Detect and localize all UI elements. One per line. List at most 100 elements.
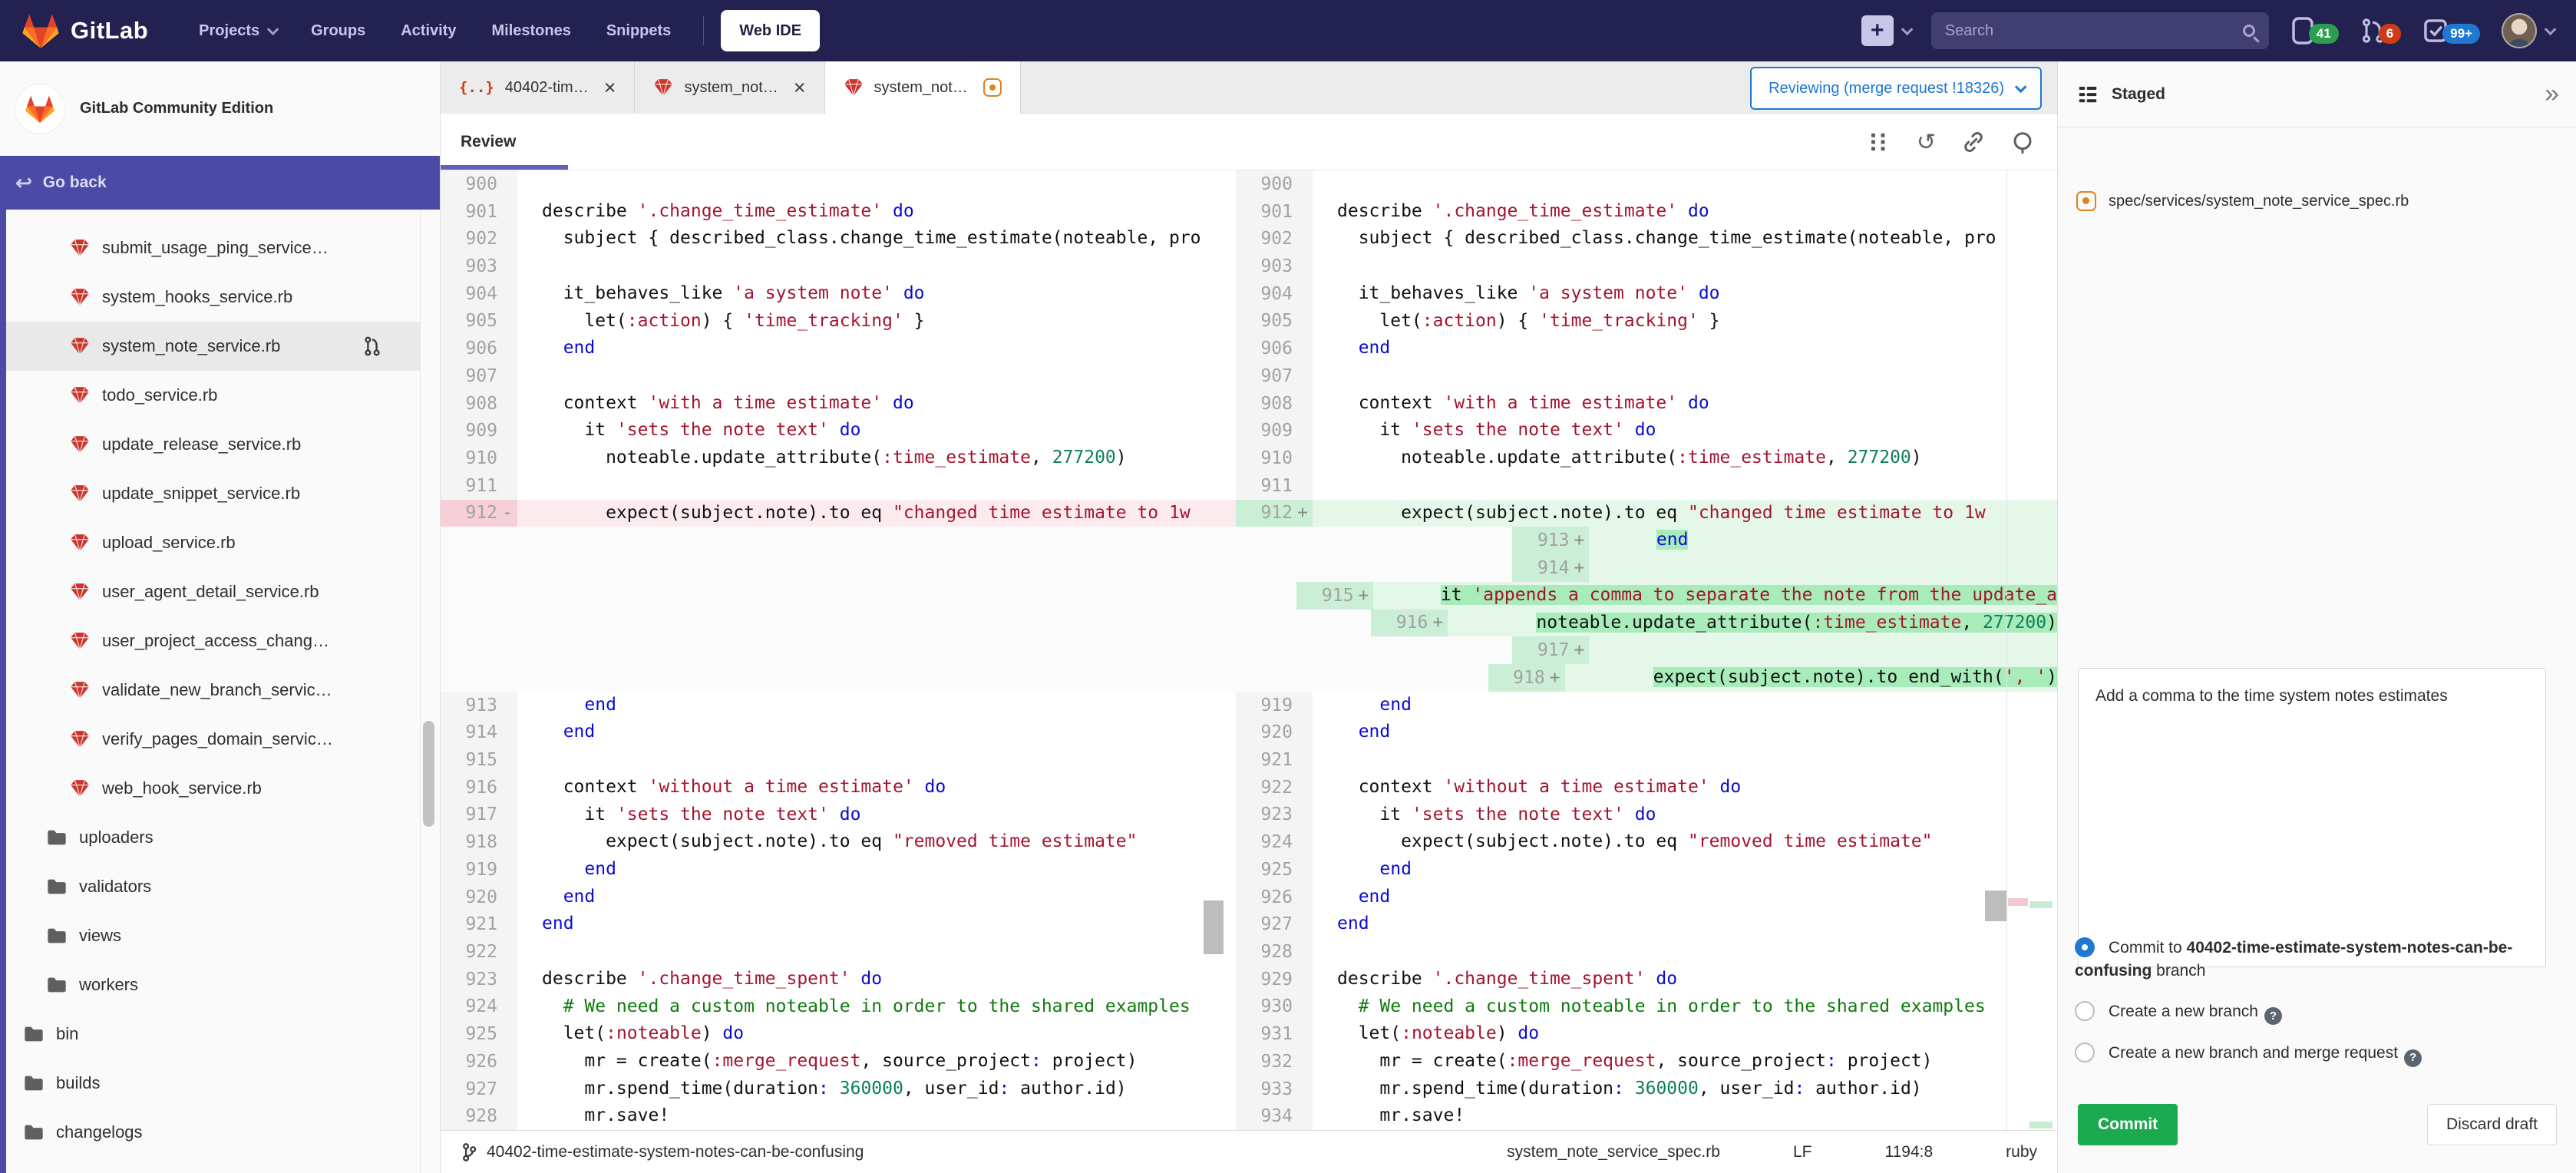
code-line[interactable]: end <box>517 719 1236 746</box>
link-icon[interactable] <box>1962 131 1985 154</box>
diff-settings-icon[interactable] <box>1868 131 1891 154</box>
code-line[interactable]: end <box>517 884 1236 911</box>
code-line[interactable]: noteable.update_attribute(:time_estimate… <box>1313 444 2057 472</box>
tree-item-workers[interactable]: workers <box>6 960 420 1009</box>
tree-item-verify_pages_domain_servic-[interactable]: verify_pages_domain_servic… <box>6 715 420 764</box>
tree-item-builds[interactable]: builds <box>6 1059 420 1108</box>
tree-item-user_project_access_chang-[interactable]: user_project_access_chang… <box>6 616 420 666</box>
tree-item-changelogs[interactable]: changelogs <box>6 1108 420 1157</box>
code-line[interactable]: end <box>1313 692 2057 719</box>
code-line[interactable]: context 'with a time estimate' do <box>517 390 1236 418</box>
search-box[interactable] <box>1931 12 2269 49</box>
code-line[interactable]: mr.spend_time(duration: 360000, user_id:… <box>517 1076 1236 1103</box>
editor-tab-0[interactable]: {..}40402-tim…× <box>441 61 635 114</box>
left-pane-scrollbar-thumb[interactable] <box>1204 900 1224 954</box>
code-line[interactable] <box>1313 362 2057 390</box>
code-line[interactable]: end <box>1589 527 2057 554</box>
code-line[interactable]: describe '.change_time_estimate' do <box>1313 198 2057 226</box>
web-ide-button[interactable]: Web IDE <box>721 10 820 51</box>
history-icon[interactable]: ↺ <box>1917 129 1936 156</box>
sidebar-scrollbar-thumb[interactable] <box>423 721 434 827</box>
nav-link-snippets[interactable]: Snippets <box>606 22 671 40</box>
user-menu[interactable] <box>2502 13 2553 48</box>
code-line[interactable] <box>1313 170 2057 198</box>
review-mode-dropdown[interactable]: Reviewing (merge request !18326) <box>1750 67 2042 110</box>
editor-tab-1[interactable]: system_not…× <box>635 61 824 114</box>
help-icon[interactable]: ? <box>2264 1007 2282 1025</box>
code-line[interactable]: expect(subject.note).to end_with(', ') <box>1565 664 2057 692</box>
code-line[interactable]: describe '.change_time_estimate' do <box>517 198 1236 226</box>
radio-commit-to-branch[interactable]: Commit to 40402-time-estimate-system-not… <box>2075 937 2563 983</box>
nav-link-projects[interactable]: Projects <box>199 22 276 40</box>
todos-counter[interactable]: 99+ <box>2422 16 2480 45</box>
code-line[interactable]: # We need a custom noteable in order to … <box>1313 993 2057 1021</box>
code-line[interactable] <box>517 253 1236 280</box>
code-line[interactable]: expect(subject.note).to eq "changed time… <box>1313 500 2057 527</box>
code-line[interactable]: let(:noteable) do <box>1313 1020 2057 1048</box>
code-line[interactable]: end <box>1313 719 2057 746</box>
right-pane-scrollbar-thumb[interactable] <box>1985 890 2006 921</box>
code-line[interactable]: end <box>517 335 1236 362</box>
code-line[interactable] <box>517 472 1236 500</box>
tree-item-todo_service.rb[interactable]: todo_service.rb <box>6 371 420 420</box>
code-line[interactable] <box>1589 554 2057 582</box>
code-line[interactable]: end <box>1313 856 2057 884</box>
code-line[interactable]: end <box>517 692 1236 719</box>
code-line[interactable] <box>1313 253 2057 280</box>
code-line[interactable]: it_behaves_like 'a system note' do <box>1313 280 2057 308</box>
code-line[interactable] <box>1313 746 2057 774</box>
code-line[interactable] <box>517 938 1236 966</box>
code-line[interactable]: end <box>517 856 1236 884</box>
project-header[interactable]: GitLab Community Edition <box>0 61 440 156</box>
code-line[interactable]: it 'appends a comma to separate the note… <box>1373 582 2057 610</box>
code-line[interactable]: end <box>1313 335 2057 362</box>
brand-wordmark[interactable]: GitLab <box>71 17 148 45</box>
nav-link-groups[interactable]: Groups <box>311 22 365 40</box>
code-line[interactable]: context 'with a time estimate' do <box>1313 390 2057 418</box>
tree-item-submit_usage_ping_service-[interactable]: submit_usage_ping_service… <box>6 223 420 273</box>
code-line[interactable]: it 'sets the note text' do <box>1313 417 2057 444</box>
tree-item-config[interactable]: config <box>6 1157 420 1173</box>
code-line[interactable]: subject { described_class.change_time_es… <box>517 225 1236 253</box>
radio-new-branch-mr[interactable]: Create a new branch and merge request? <box>2075 1042 2563 1066</box>
gitlab-tanuki-icon[interactable] <box>21 12 60 50</box>
code-line[interactable]: # We need a custom noteable in order to … <box>517 993 1236 1021</box>
code-line[interactable]: describe '.change_time_spent' do <box>517 966 1236 993</box>
code-line[interactable]: context 'without a time estimate' do <box>1313 774 2057 801</box>
code-line[interactable] <box>1313 472 2057 500</box>
code-line[interactable]: context 'without a time estimate' do <box>517 774 1236 801</box>
code-line[interactable]: mr.save! <box>517 1102 1236 1130</box>
code-line[interactable]: noteable.update_attribute(:time_estimate… <box>1448 610 2057 637</box>
code-line[interactable]: describe '.change_time_spent' do <box>1313 966 2057 993</box>
editor-tab-2[interactable]: system_not… <box>825 61 1021 114</box>
tree-item-validate_new_branch_servic-[interactable]: validate_new_branch_servic… <box>6 666 420 715</box>
code-line[interactable]: subject { described_class.change_time_es… <box>1313 225 2057 253</box>
help-icon[interactable]: ? <box>2404 1049 2422 1067</box>
tree-item-upload_service.rb[interactable]: upload_service.rb <box>6 518 420 567</box>
go-back-button[interactable]: ↩ Go back <box>0 156 440 210</box>
status-cursor-position[interactable]: 1194:8 <box>1884 1143 1933 1161</box>
discard-draft-button[interactable]: Discard draft <box>2427 1104 2557 1145</box>
tree-item-views[interactable]: views <box>6 911 420 960</box>
tree-item-validators[interactable]: validators <box>6 862 420 911</box>
side-by-side-diff[interactable]: 900900901describe '.change_time_estimate… <box>441 170 2057 1130</box>
code-line[interactable]: end <box>1313 910 2057 938</box>
tree-item-uploaders[interactable]: uploaders <box>6 813 420 862</box>
merge-requests-counter[interactable]: 6 <box>2360 16 2401 45</box>
tree-item-bin[interactable]: bin <box>6 1009 420 1059</box>
collapse-panel-icon[interactable]: » <box>2545 79 2559 109</box>
radio-new-branch[interactable]: Create a new branch? <box>2075 1000 2563 1025</box>
code-line[interactable]: mr = create(:merge_request, source_proje… <box>517 1048 1236 1076</box>
status-file-name[interactable]: system_note_service_spec.rb <box>1507 1143 1720 1161</box>
tree-item-user_agent_detail_service.rb[interactable]: user_agent_detail_service.rb <box>6 567 420 616</box>
code-line[interactable]: let(:noteable) do <box>517 1020 1236 1048</box>
tree-item-system_note_service.rb[interactable]: system_note_service.rb <box>6 322 420 371</box>
code-line[interactable]: expect(subject.note).to eq "changed time… <box>517 500 1236 527</box>
commit-message-input[interactable]: Add a comma to the time system notes est… <box>2078 668 2546 967</box>
tree-item-update_release_service.rb[interactable]: update_release_service.rb <box>6 420 420 469</box>
status-eol[interactable]: LF <box>1793 1143 1812 1161</box>
status-language[interactable]: ruby <box>2006 1143 2037 1161</box>
code-line[interactable] <box>517 170 1236 198</box>
code-line[interactable]: let(:action) { 'time_tracking' } <box>517 308 1236 335</box>
code-line[interactable]: mr = create(:merge_request, source_proje… <box>1313 1048 2057 1076</box>
